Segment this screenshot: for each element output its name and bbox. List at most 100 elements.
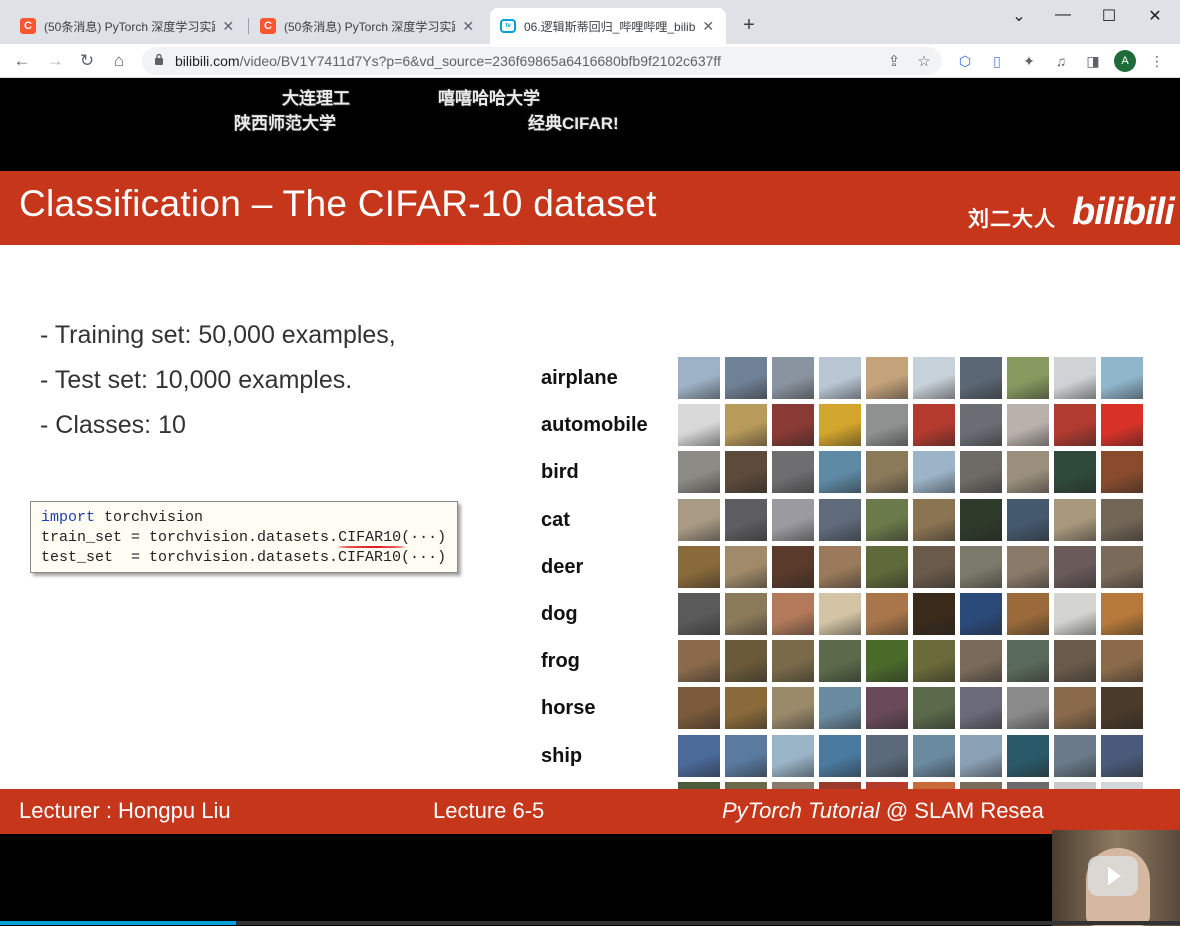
cifar-thumbnail bbox=[819, 640, 861, 683]
cifar-thumbnail bbox=[725, 404, 767, 447]
bookmark-star-icon[interactable]: ☆ bbox=[914, 52, 934, 70]
close-window-button[interactable]: ✕ bbox=[1132, 6, 1178, 26]
cifar-thumbnail bbox=[772, 404, 814, 447]
cifar-thumbnail bbox=[1101, 404, 1143, 447]
red-pen-underline bbox=[360, 239, 522, 245]
address-bar[interactable]: bilibili.com/video/BV1Y7411d7Ys?p=6&vd_s… bbox=[142, 47, 942, 75]
cifar-thumbnail bbox=[678, 593, 720, 635]
cifar-thumbnail bbox=[819, 451, 861, 494]
footer-tutorial: PyTorch Tutorial @ SLAM Resea bbox=[722, 798, 1044, 824]
minimize-icon[interactable]: ⌄ bbox=[996, 6, 1042, 26]
side-panel-icon[interactable]: ◨ bbox=[1084, 52, 1102, 70]
cifar-thumbnail bbox=[725, 498, 767, 541]
cifar-thumbnail bbox=[772, 593, 814, 635]
progress-fill bbox=[0, 921, 236, 925]
cifar-thumbnail bbox=[772, 640, 814, 683]
footer-lecture-number: Lecture 6-5 bbox=[433, 798, 545, 823]
cifar-thumbnail bbox=[1007, 593, 1049, 635]
cifar-thumbnail bbox=[1101, 734, 1143, 777]
cifar-thumbnail bbox=[772, 734, 814, 777]
extension-cube-icon[interactable]: ⬡ bbox=[956, 52, 974, 70]
cifar-thumbnail bbox=[866, 357, 908, 399]
cifar-thumbnail bbox=[1007, 687, 1049, 730]
cifar-thumbnail bbox=[1101, 687, 1143, 730]
cifar-thumbnail bbox=[913, 404, 955, 447]
cifar-thumbnail bbox=[1054, 545, 1096, 588]
play-icon[interactable] bbox=[1088, 856, 1138, 896]
class-label-airplane: airplane bbox=[541, 367, 618, 389]
cifar-thumbnail bbox=[1007, 357, 1049, 399]
tab-csdn-1[interactable]: C (50条消息) PyTorch 深度学习实践 ✕ bbox=[10, 8, 246, 44]
back-button[interactable]: ← bbox=[10, 49, 34, 73]
cifar-thumbnail bbox=[772, 498, 814, 541]
extensions-puzzle-icon[interactable]: ✦ bbox=[1020, 52, 1038, 70]
maximize-button[interactable]: ☐ bbox=[1086, 6, 1132, 26]
url-host: bilibili.com bbox=[175, 53, 240, 69]
reload-button[interactable]: ↻ bbox=[75, 49, 99, 73]
kebab-menu-icon[interactable]: ⋮ bbox=[1148, 52, 1166, 70]
extension-document-icon[interactable]: ▯ bbox=[988, 52, 1006, 70]
class-label-frog: frog bbox=[541, 650, 580, 673]
close-icon[interactable]: ✕ bbox=[701, 18, 717, 35]
cifar-thumbnail bbox=[678, 357, 720, 399]
bilibili-icon: tv bbox=[500, 19, 516, 33]
cifar-thumbnail bbox=[1101, 640, 1143, 683]
profile-avatar[interactable]: A bbox=[1114, 50, 1136, 72]
lock-icon[interactable] bbox=[154, 53, 164, 65]
cifar-thumbnail bbox=[1007, 451, 1049, 494]
cifar-thumbnail bbox=[1007, 404, 1049, 447]
code-keyword: import bbox=[41, 509, 96, 526]
cifar-thumbnail bbox=[678, 640, 720, 683]
cifar-thumbnail bbox=[866, 687, 908, 730]
class-label-bird: bird bbox=[541, 461, 579, 484]
cifar-thumbnail bbox=[960, 593, 1002, 635]
cifar-thumbnail bbox=[819, 593, 861, 635]
tab-separator bbox=[248, 18, 249, 34]
danmaku-comment: 嘻嘻哈哈大学 bbox=[438, 89, 540, 108]
cifar-thumbnail bbox=[960, 545, 1002, 588]
cifar-thumbnail bbox=[772, 687, 814, 730]
cifar-thumbnail bbox=[725, 451, 767, 494]
new-tab-button[interactable]: + bbox=[738, 14, 760, 36]
tab-bilibili-active[interactable]: tv 06.逻辑斯蒂回归_哔哩哔哩_bilibili ✕ bbox=[490, 8, 726, 44]
tab-csdn-2[interactable]: C (50条消息) PyTorch 深度学习实践 ✕ bbox=[250, 8, 486, 44]
close-icon[interactable]: ✕ bbox=[221, 18, 237, 35]
cifar-thumbnail bbox=[960, 734, 1002, 777]
class-label-automobile: automobile bbox=[541, 414, 648, 437]
progress-bar[interactable] bbox=[0, 921, 1180, 925]
cifar-thumbnail bbox=[1101, 593, 1143, 635]
cifar-thumbnail bbox=[725, 545, 767, 588]
code-line: test_set = torchvision.datasets.CIFAR10(… bbox=[41, 549, 447, 566]
cifar-thumbnail bbox=[678, 451, 720, 494]
cifar-thumbnail bbox=[866, 404, 908, 447]
code-text: (···) bbox=[401, 529, 447, 546]
code-line: import torchvision bbox=[41, 508, 447, 528]
close-icon[interactable]: ✕ bbox=[461, 18, 477, 35]
cifar-thumbnail bbox=[725, 687, 767, 730]
video-player[interactable]: 大连理工 嘻嘻哈哈大学 陕西师范大学 经典CIFAR! Classificati… bbox=[0, 79, 1180, 926]
cifar-thumbnail bbox=[960, 451, 1002, 494]
tab-strip: C (50条消息) PyTorch 深度学习实践 ✕ C (50条消息) PyT… bbox=[0, 0, 1180, 44]
share-icon[interactable]: ⇪ bbox=[884, 52, 904, 70]
home-button[interactable]: ⌂ bbox=[107, 49, 131, 73]
media-control-icon[interactable]: ♫ bbox=[1052, 52, 1070, 70]
cifar-thumbnail bbox=[866, 593, 908, 635]
cifar-thumbnail bbox=[725, 593, 767, 635]
cifar-thumbnail bbox=[1054, 498, 1096, 541]
cifar-thumbnail bbox=[819, 545, 861, 588]
cifar-thumbnail bbox=[913, 451, 955, 494]
cifar-thumbnail bbox=[1054, 734, 1096, 777]
cifar-thumbnail bbox=[678, 498, 720, 541]
forward-button[interactable]: → bbox=[43, 49, 67, 73]
bilibili-logo: bilibili bbox=[1072, 191, 1175, 233]
url-text[interactable]: bilibili.com/video/BV1Y7411d7Ys?p=6&vd_s… bbox=[175, 53, 721, 69]
cifar-thumbnail bbox=[819, 498, 861, 541]
cifar-thumbnail bbox=[913, 545, 955, 588]
code-text: torchvision bbox=[95, 509, 204, 526]
minimize-button[interactable]: — bbox=[1040, 6, 1086, 24]
cifar-thumbnail bbox=[1007, 545, 1049, 588]
browser-toolbar: ← → ↻ ⌂ bilibili.com/video/BV1Y7411d7Ys?… bbox=[0, 44, 1180, 78]
cifar-thumbnail bbox=[1054, 687, 1096, 730]
danmaku-comment: 陕西师范大学 bbox=[234, 114, 336, 133]
cifar-thumbnail bbox=[866, 545, 908, 588]
